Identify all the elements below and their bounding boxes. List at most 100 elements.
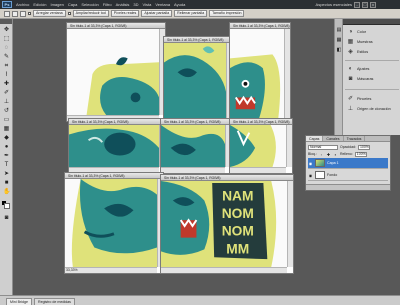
zoom-in-icon[interactable] bbox=[12, 10, 18, 17]
resize-windows-checkbox[interactable] bbox=[28, 12, 31, 15]
document-canvas[interactable] bbox=[69, 125, 159, 167]
horizontal-scrollbar[interactable] bbox=[161, 167, 225, 173]
document-canvas[interactable] bbox=[65, 179, 157, 267]
lock-all-icon[interactable]: ▪ bbox=[333, 152, 338, 157]
gradient-tool-icon[interactable]: ▦ bbox=[3, 126, 10, 133]
clone-stamp-tool-icon[interactable]: ⊥ bbox=[3, 99, 10, 106]
document-window[interactable]: Sin título-1 al 33,3% (Capa 1, RGB/8) NA… bbox=[160, 174, 294, 274]
document-canvas[interactable] bbox=[67, 29, 159, 115]
menu-3d[interactable]: 3D bbox=[131, 2, 140, 7]
layer-row[interactable]: ◉ Capa 1 bbox=[308, 158, 388, 169]
brush-tool-icon[interactable]: ✐ bbox=[3, 90, 10, 97]
actual-pixels-button[interactable]: Píxeles reales bbox=[110, 10, 140, 17]
document-window[interactable]: Sin título-1 al 33,3% (Capa 1, RGB/8) bbox=[163, 36, 233, 128]
type-tool-icon[interactable]: T bbox=[3, 162, 10, 169]
document-window[interactable]: Sin título-1 al 33,3% (Capa 1, RGB/8) 33… bbox=[64, 172, 164, 274]
eyedropper-tool-icon[interactable]: ⌇ bbox=[3, 72, 10, 79]
document-canvas[interactable]: NAM NOM NOM MM bbox=[161, 181, 287, 267]
quick-selection-tool-icon[interactable]: ✎ bbox=[3, 54, 10, 61]
quick-mask-icon[interactable]: ◙ bbox=[3, 215, 10, 222]
tools-panel-header[interactable] bbox=[0, 19, 12, 24]
menu-edicion[interactable]: Edición bbox=[31, 2, 48, 7]
document-window[interactable]: Sin título-1 al 33,3% (Capa 1, RGB/8) bbox=[229, 118, 293, 174]
menu-seleccion[interactable]: Selección bbox=[79, 2, 100, 7]
dodge-tool-icon[interactable]: ● bbox=[3, 144, 10, 151]
eraser-tool-icon[interactable]: ▭ bbox=[3, 117, 10, 124]
panel-color[interactable]: ◑ Color bbox=[347, 28, 366, 36]
menu-ventana[interactable]: Ventana bbox=[153, 2, 172, 7]
hand-tool-icon[interactable]: ✋ bbox=[3, 189, 10, 196]
move-tool-icon[interactable]: ✥ bbox=[3, 27, 10, 34]
opacity-field[interactable]: 100% bbox=[357, 144, 370, 150]
panel-masks-label: Máscaras bbox=[357, 77, 374, 81]
menu-capa[interactable]: Capa bbox=[66, 2, 80, 7]
zoom-tool-preset-icon[interactable] bbox=[4, 10, 10, 17]
horizontal-scrollbar[interactable] bbox=[230, 167, 286, 173]
bottom-panel-tabs: Mini Bridge Registro de medidas bbox=[0, 295, 400, 305]
panel-masks[interactable]: ◙ Máscaras bbox=[347, 75, 374, 83]
menu-analisis[interactable]: Análisis bbox=[114, 2, 132, 7]
document-window[interactable]: Sin título-1 al 33,3% (Capa 1, RGB/8) bbox=[66, 22, 166, 122]
arrange-window-button[interactable]: Arreglar ventana bbox=[33, 10, 66, 17]
menu-filtro[interactable]: Filtro bbox=[101, 2, 114, 7]
tools-panel: ✥ ⬚ ◌ ✎ ⌗ ⌇ ✚ ✐ ⊥ ↺ ▭ ▦ ◆ ● ✒ T ➤ ■ ✋ ◙ bbox=[0, 19, 13, 295]
fit-screen-button[interactable]: Ajustar pantalla bbox=[141, 10, 173, 17]
marquee-tool-icon[interactable]: ⬚ bbox=[3, 36, 10, 43]
blend-mode-select[interactable]: Normal bbox=[308, 144, 338, 150]
panel-clone-source[interactable]: ⊥ Origen de clonación bbox=[347, 105, 391, 113]
document-canvas[interactable] bbox=[164, 43, 226, 121]
blur-tool-icon[interactable]: ◆ bbox=[3, 135, 10, 142]
fill-screen-button[interactable]: Rellenar pantalla bbox=[174, 10, 208, 17]
menu-vista[interactable]: Vista bbox=[141, 2, 154, 7]
vertical-scrollbar[interactable] bbox=[286, 125, 292, 167]
layer-row[interactable]: ◉ Fondo bbox=[308, 170, 388, 181]
maximize-button[interactable]: □ bbox=[362, 1, 368, 8]
healing-brush-tool-icon[interactable]: ✚ bbox=[3, 81, 10, 88]
tab-measurement-log[interactable]: Registro de medidas bbox=[33, 298, 75, 305]
minimize-button[interactable]: - bbox=[354, 1, 360, 8]
tab-layers[interactable]: Capas bbox=[306, 136, 324, 141]
art-text-line: NAM bbox=[222, 189, 253, 204]
background-color-swatch[interactable] bbox=[4, 203, 10, 209]
vertical-scrollbar[interactable] bbox=[284, 29, 290, 119]
lock-icon[interactable]: ▫ bbox=[319, 152, 324, 157]
dock-header[interactable] bbox=[343, 19, 400, 25]
zoom-all-checkbox[interactable] bbox=[67, 12, 71, 15]
zoom-level[interactable]: 33,33% bbox=[66, 267, 78, 273]
document-canvas[interactable] bbox=[161, 125, 225, 167]
close-button[interactable]: x bbox=[370, 1, 376, 8]
zoom-all-button[interactable]: Ampliar/reducir tod bbox=[72, 10, 109, 17]
document-canvas[interactable] bbox=[230, 29, 284, 119]
panel-styles[interactable]: ◈ Estilos bbox=[347, 48, 368, 56]
panel-swatches[interactable]: ▦ Muestras bbox=[347, 38, 373, 46]
lock-position-icon[interactable]: ✚ bbox=[326, 152, 331, 157]
menu-imagen[interactable]: Imagen bbox=[48, 2, 65, 7]
fill-field[interactable]: 100% bbox=[354, 151, 367, 157]
tab-mini-bridge[interactable]: Mini Bridge bbox=[6, 298, 32, 305]
document-window[interactable]: Sin título-1 al 33,3% (Capa 1, RGB/8) bbox=[160, 118, 232, 174]
horizontal-scrollbar[interactable] bbox=[161, 267, 287, 273]
visibility-eye-icon[interactable]: ◉ bbox=[308, 173, 313, 178]
tab-paths[interactable]: Trazados bbox=[344, 136, 366, 141]
menu-ayuda[interactable]: Ayuda bbox=[172, 2, 187, 7]
shape-tool-icon[interactable]: ■ bbox=[3, 180, 10, 187]
lasso-tool-icon[interactable]: ◌ bbox=[3, 45, 10, 52]
zoom-out-icon[interactable] bbox=[20, 10, 26, 17]
horizontal-scrollbar[interactable] bbox=[65, 267, 157, 273]
menu-archivo[interactable]: Archivo bbox=[14, 2, 31, 7]
history-brush-tool-icon[interactable]: ↺ bbox=[3, 108, 10, 115]
visibility-eye-icon[interactable]: ◉ bbox=[308, 161, 313, 166]
tab-channels[interactable]: Canales bbox=[323, 136, 344, 141]
crop-tool-icon[interactable]: ⌗ bbox=[3, 63, 10, 70]
document-window[interactable]: Sin título-1 al 33,3% (Capa 1, RGB/8) bbox=[68, 118, 166, 174]
vertical-scrollbar[interactable] bbox=[287, 181, 293, 267]
document-canvas[interactable] bbox=[230, 125, 286, 167]
panel-brushes[interactable]: ✐ Pinceles bbox=[347, 95, 371, 103]
panel-adjustments[interactable]: ◐ Ajustes bbox=[347, 65, 370, 73]
document-window[interactable]: Sin título-1 al 33,3% (Capa 1, RGB/8) bbox=[229, 22, 291, 126]
print-size-button[interactable]: Tamaño impresión bbox=[209, 10, 245, 17]
workspace-switcher[interactable]: Aspectos esenciales bbox=[316, 2, 352, 7]
layer-name: Fondo bbox=[327, 173, 338, 177]
pen-tool-icon[interactable]: ✒ bbox=[3, 153, 10, 160]
path-selection-tool-icon[interactable]: ➤ bbox=[3, 171, 10, 178]
